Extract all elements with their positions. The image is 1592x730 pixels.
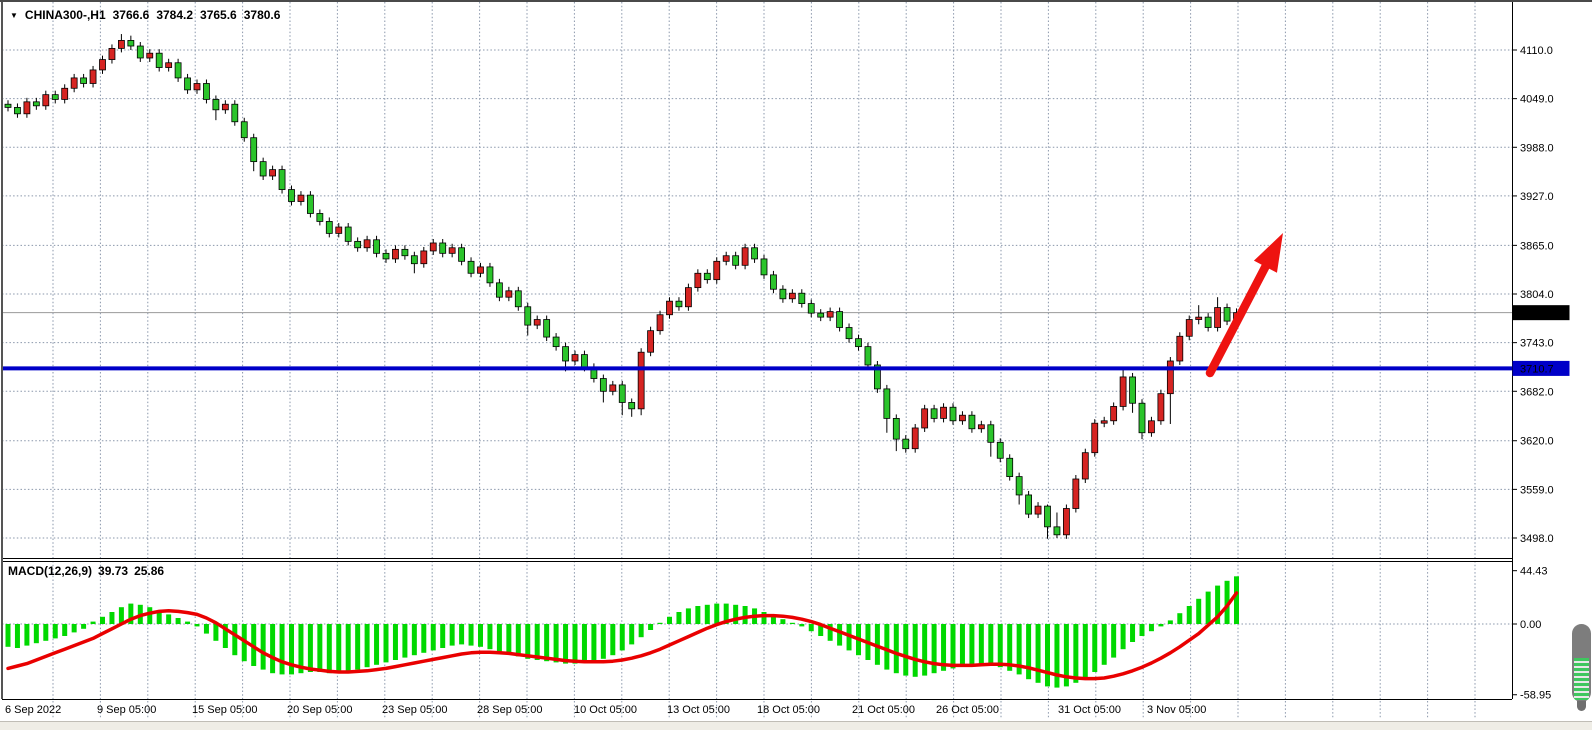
svg-text:44.43: 44.43 xyxy=(1520,566,1548,578)
trend-arrow-annotation[interactable] xyxy=(1210,233,1283,373)
svg-text:3743.0: 3743.0 xyxy=(1520,338,1554,350)
svg-text:10 Oct 05:00: 10 Oct 05:00 xyxy=(574,704,637,716)
svg-text:3710.7: 3710.7 xyxy=(1520,363,1554,375)
svg-text:4049.0: 4049.0 xyxy=(1520,94,1554,106)
scroll-indicator[interactable] xyxy=(1572,624,1591,702)
svg-text:15 Sep 05:00: 15 Sep 05:00 xyxy=(192,704,257,716)
chart-ohlc-header: ▼ CHINA300-,H1 3766.6 3784.2 3765.6 3780… xyxy=(10,8,280,22)
svg-text:3682.0: 3682.0 xyxy=(1520,386,1554,398)
svg-text:9 Sep 05:00: 9 Sep 05:00 xyxy=(97,704,156,716)
svg-text:3 Nov 05:00: 3 Nov 05:00 xyxy=(1147,704,1206,716)
svg-text:6 Sep 2022: 6 Sep 2022 xyxy=(5,704,61,716)
open-value: 3766.6 xyxy=(113,8,150,22)
svg-text:3865.0: 3865.0 xyxy=(1520,240,1554,252)
svg-text:13 Oct 05:00: 13 Oct 05:00 xyxy=(667,704,730,716)
chart-canvas[interactable]: 4110.0 4049.0 3988.0 3927.0 3865.0 3804.0 3743… xyxy=(0,2,1592,730)
collapse-chart-icon[interactable]: ▼ xyxy=(10,10,18,20)
macd-main-value: 39.73 xyxy=(98,564,128,578)
macd-indicator-label: MACD(12,26,9) 39.73 25.86 xyxy=(8,564,164,578)
macd-name: MACD(12,26,9) xyxy=(8,564,92,578)
svg-text:3927.0: 3927.0 xyxy=(1520,191,1554,203)
scroll-indicator-nub[interactable] xyxy=(1577,701,1586,711)
svg-text:31 Oct 05:00: 31 Oct 05:00 xyxy=(1058,704,1121,716)
svg-text:3498.0: 3498.0 xyxy=(1520,533,1554,545)
price-axis[interactable]: 4110.0 4049.0 3988.0 3927.0 3865.0 3804.0 3743… xyxy=(1512,45,1570,702)
svg-text:3780.6: 3780.6 xyxy=(1520,308,1554,320)
time-axis[interactable]: 6 Sep 2022 9 Sep 05:00 15 Sep 05:00 20 Sep … xyxy=(5,704,1206,716)
svg-text:3804.0: 3804.0 xyxy=(1520,289,1554,301)
svg-text:23 Sep 05:00: 23 Sep 05:00 xyxy=(382,704,447,716)
svg-text:3988.0: 3988.0 xyxy=(1520,142,1554,154)
window-bottom-strip xyxy=(0,721,1592,730)
svg-text:4110.0: 4110.0 xyxy=(1520,45,1553,57)
symbol-timeframe-label: CHINA300-,H1 xyxy=(25,8,106,22)
macd-signal-value: 25.86 xyxy=(134,564,164,578)
close-value: 3780.6 xyxy=(244,8,281,22)
high-value: 3784.2 xyxy=(156,8,193,22)
svg-text:20 Sep 05:00: 20 Sep 05:00 xyxy=(287,704,352,716)
mt4-chart-window: ▼ CHINA300-,H1 3766.6 3784.2 3765.6 3780… xyxy=(0,0,1592,730)
svg-text:26 Oct 05:00: 26 Oct 05:00 xyxy=(936,704,999,716)
svg-text:18 Oct 05:00: 18 Oct 05:00 xyxy=(757,704,820,716)
svg-text:28 Sep 05:00: 28 Sep 05:00 xyxy=(477,704,542,716)
low-value: 3765.6 xyxy=(200,8,237,22)
svg-text:-58.95: -58.95 xyxy=(1520,690,1551,702)
svg-text:0.00: 0.00 xyxy=(1520,619,1541,631)
svg-text:21 Oct 05:00: 21 Oct 05:00 xyxy=(852,704,915,716)
svg-text:3559.0: 3559.0 xyxy=(1520,484,1554,496)
svg-text:3620.0: 3620.0 xyxy=(1520,436,1554,448)
macd-pane xyxy=(6,576,1240,687)
scroll-indicator-stripes xyxy=(1574,658,1589,700)
